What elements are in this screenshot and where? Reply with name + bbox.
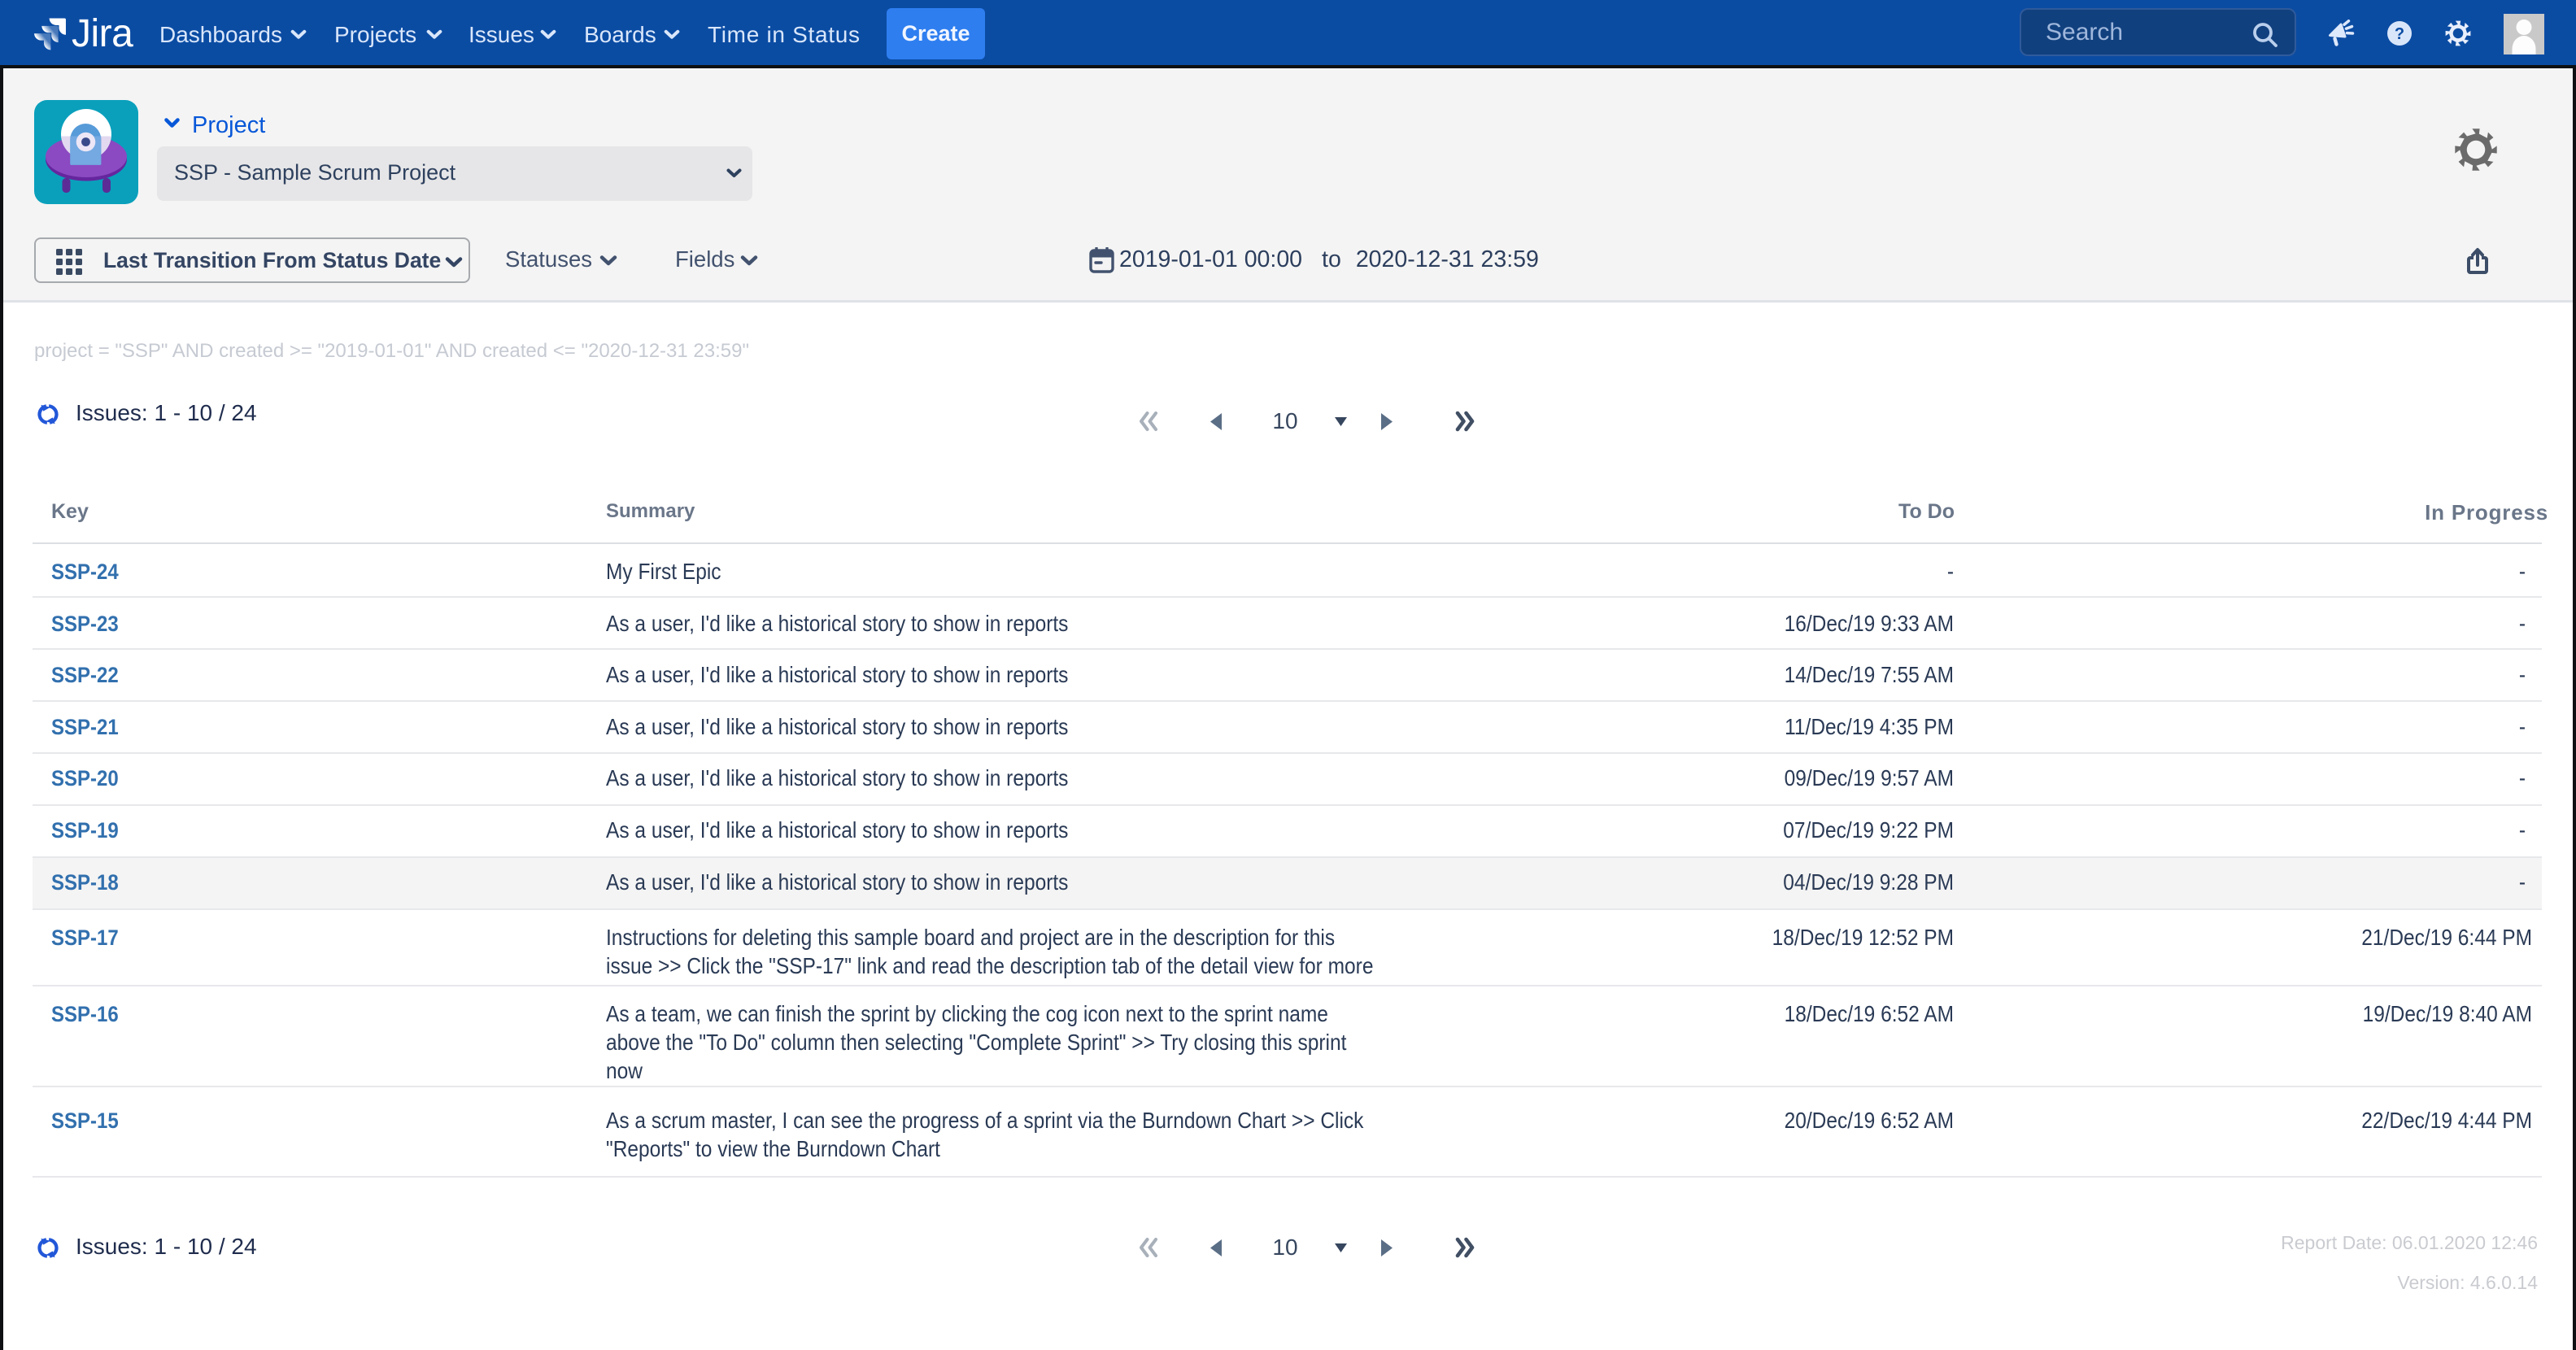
svg-text:?: ? xyxy=(2395,25,2404,43)
